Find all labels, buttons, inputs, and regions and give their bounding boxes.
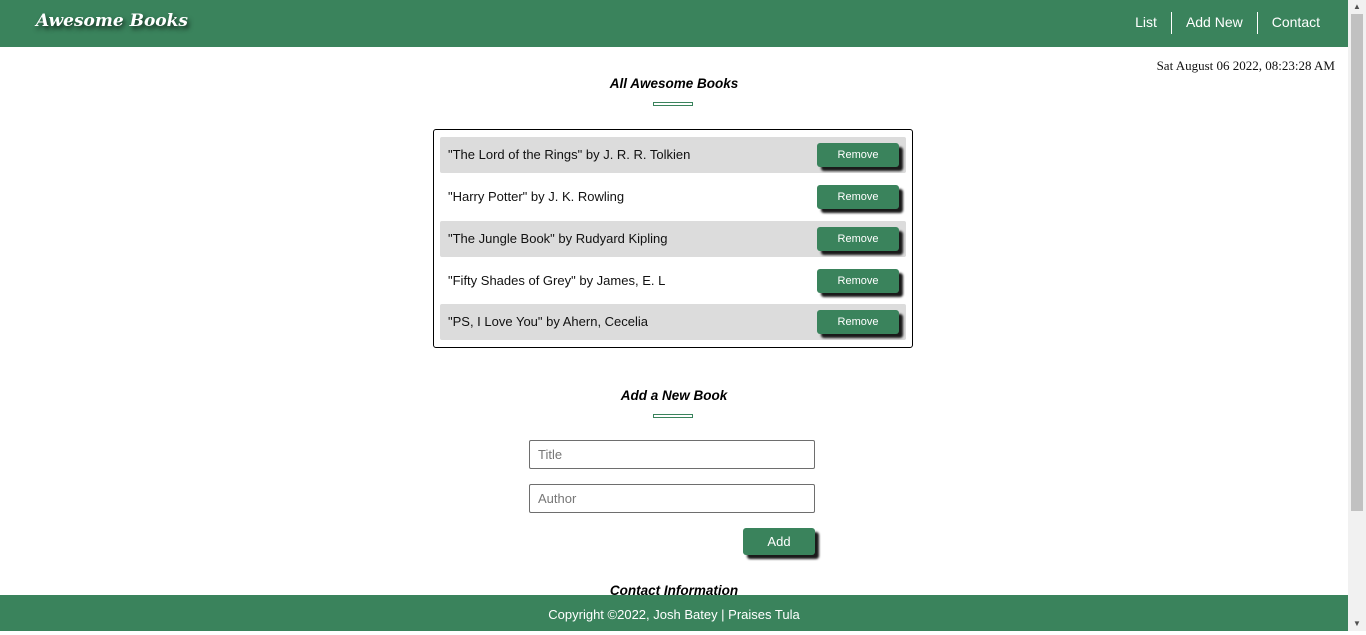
title-input[interactable] (529, 440, 815, 469)
book-row: "Harry Potter" by J. K. Rowling Remove (440, 179, 906, 215)
nav-contact-link[interactable]: Contact (1272, 12, 1320, 34)
logo[interactable]: Awesome Books (36, 11, 188, 31)
book-title-author: "PS, I Love You" by Ahern, Cecelia (448, 314, 649, 329)
scroll-down-arrow-icon[interactable]: ▼ (1348, 617, 1366, 631)
remove-button[interactable]: Remove (817, 310, 899, 334)
book-title-author: "The Lord of the Rings" by J. R. R. Tolk… (448, 147, 691, 162)
book-row: "PS, I Love You" by Ahern, Cecelia Remov… (440, 304, 906, 340)
book-row: "Fifty Shades of Grey" by James, E. L Re… (440, 263, 906, 299)
footer: Copyright ©2022, Josh Batey | Praises Tu… (0, 595, 1348, 631)
nav-divider (1170, 12, 1172, 34)
title-underline (653, 102, 693, 106)
add-section-title: Add a New Book (620, 388, 728, 403)
copyright-text: Copyright ©2022, Josh Batey | Praises Tu… (548, 607, 800, 622)
list-section-title: All Awesome Books (609, 76, 739, 91)
nav-menu: List Add New Contact (1135, 12, 1320, 34)
author-input[interactable] (529, 484, 815, 513)
nav-divider (1256, 12, 1258, 34)
book-row: "The Jungle Book" by Rudyard Kipling Rem… (440, 221, 906, 257)
scrollbar-thumb[interactable] (1351, 14, 1363, 511)
nav-add-new-link[interactable]: Add New (1186, 12, 1243, 34)
header-bar: Awesome Books List Add New Contact (0, 0, 1348, 47)
add-button[interactable]: Add (743, 528, 815, 555)
book-title-author: "The Jungle Book" by Rudyard Kipling (448, 231, 668, 246)
remove-button[interactable]: Remove (817, 227, 899, 251)
book-row: "The Lord of the Rings" by J. R. R. Tolk… (440, 137, 906, 173)
book-title-author: "Fifty Shades of Grey" by James, E. L (448, 273, 666, 288)
current-datetime: Sat August 06 2022, 08:23:28 AM (1156, 58, 1335, 73)
remove-button[interactable]: Remove (817, 269, 899, 293)
book-title-author: "Harry Potter" by J. K. Rowling (448, 189, 625, 204)
scroll-up-arrow-icon[interactable]: ▲ (1348, 0, 1366, 14)
title-underline (653, 414, 693, 418)
remove-button[interactable]: Remove (817, 143, 899, 167)
nav-list-link[interactable]: List (1135, 12, 1157, 34)
vertical-scrollbar[interactable]: ▲ ▼ (1348, 0, 1366, 631)
book-list: "The Lord of the Rings" by J. R. R. Tolk… (433, 129, 913, 348)
remove-button[interactable]: Remove (817, 185, 899, 209)
